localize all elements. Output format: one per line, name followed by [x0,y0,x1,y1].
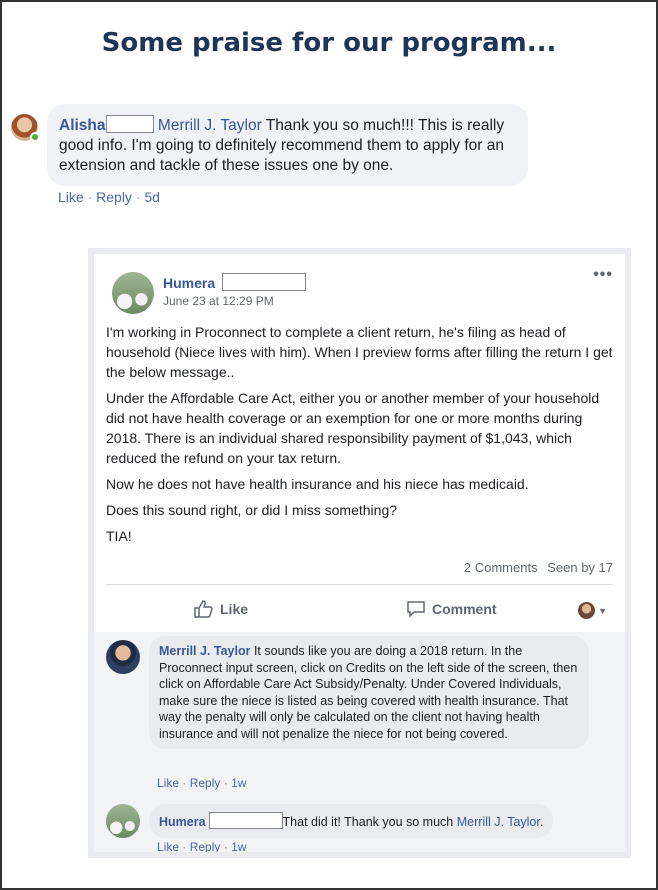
like-link[interactable]: Like [157,776,179,790]
post-author[interactable]: Humera [163,275,215,291]
comment-icon [407,601,425,618]
post-paragraph: TIA! [106,528,132,544]
reply-bubble-humera: Humera That did it! Thank you so much Mer… [149,804,554,838]
comment-button[interactable]: Comment [406,600,497,618]
reply-link[interactable]: Reply [190,840,221,852]
like-button[interactable]: Like [194,600,248,618]
reply-time[interactable]: 1w [231,776,246,790]
reply-mention[interactable]: Merrill J. Taylor [457,815,540,829]
reply-link[interactable]: Reply [96,189,132,205]
caret-down-icon: ▼ [598,605,607,616]
reply-text: That did it! Thank you so much [282,815,454,829]
redacted-name-box [208,812,283,829]
reply-link[interactable]: Reply [190,776,221,790]
redacted-name-box [105,115,154,133]
like-label: Like [220,601,249,617]
post-author-row: Humera [163,273,307,291]
reply-text: It sounds like you are doing a 2018 retu… [159,644,578,741]
reply-time[interactable]: 1w [231,840,246,852]
avatar-humera[interactable] [112,272,154,314]
comment-label: Comment [432,601,497,617]
seen-by[interactable]: Seen by 17 [547,560,613,575]
like-link[interactable]: Like [58,189,84,205]
comment-as-selector[interactable]: ▼ [578,602,607,619]
comment-actions: Like · Reply · 5d [58,189,160,205]
online-status-icon [30,132,40,142]
comment-author[interactable]: Alisha [59,117,106,134]
post-paragraph: Under the Affordable Care Act, either yo… [106,390,600,466]
divider [106,584,613,585]
comment-mention[interactable]: Merrill J. Taylor [158,117,262,134]
avatar-merrill[interactable] [106,640,140,674]
page-title: Some praise for our program... [101,28,557,58]
like-link[interactable]: Like [157,840,179,852]
post-paragraph: Does this sound right, or did I miss som… [106,502,398,518]
redacted-name-box [222,273,307,291]
post-date[interactable]: June 23 at 12:29 PM [163,294,274,308]
comment-time[interactable]: 5d [144,189,160,205]
more-options-icon[interactable]: ••• [593,266,613,284]
reply-author[interactable]: Merrill J. Taylor [159,644,250,658]
embedded-post: Humera June 23 at 12:29 PM ••• I'm worki… [88,248,631,858]
comment-bubble-alisha: Alisha Merrill J. Taylor Thank you so mu… [47,104,528,186]
reply-end: . [539,815,544,829]
avatar-humera-small[interactable] [106,804,140,838]
post-body: I'm working in Proconnect to complete a … [106,322,621,552]
viewer-avatar [578,602,596,619]
reply-actions: Like · Reply · 1w [157,776,247,790]
thumbs-up-icon [194,600,213,618]
post-stats: 2 Comments Seen by 17 [458,560,613,575]
comments-count[interactable]: 2 Comments [464,560,538,575]
reply-bubble-merrill: Merrill J. Taylor It sounds like you are… [149,636,589,749]
comments-section: Merrill J. Taylor It sounds like you are… [94,632,625,852]
reply-actions: Like · Reply · 1w [157,840,247,854]
post-paragraph: I'm working in Proconnect to complete a … [106,324,613,380]
reply-author[interactable]: Humera [159,815,206,829]
post-paragraph: Now he does not have health insurance an… [106,476,529,492]
